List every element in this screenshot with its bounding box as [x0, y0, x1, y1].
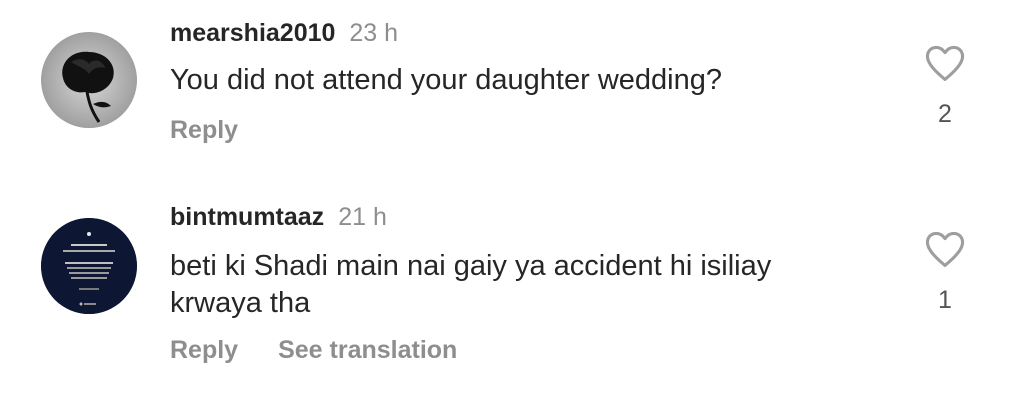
comment-text: beti ki Shadi main nai gaiy ya accident … — [170, 250, 772, 319]
timestamp: 23 h — [349, 19, 399, 47]
heart-icon[interactable] — [924, 44, 966, 82]
like-control: 2 — [922, 44, 968, 129]
like-count: 1 — [938, 286, 952, 314]
comment-header: bintmumtaaz 21 h — [170, 202, 387, 232]
timestamp: 21 h — [338, 203, 387, 231]
username[interactable]: bintmumtaaz — [170, 203, 324, 231]
comment-text: You did not attend your daughter wedding… — [170, 64, 722, 96]
avatar[interactable] — [41, 218, 137, 314]
like-control: 1 — [922, 230, 968, 315]
reply-button[interactable]: Reply — [170, 116, 238, 144]
see-translation-button[interactable]: See translation — [278, 336, 457, 364]
comment-header: mearshia2010 23 h — [170, 18, 398, 48]
avatar[interactable] — [41, 32, 137, 128]
comment-actions: Reply See translation — [170, 336, 497, 365]
heart-icon[interactable] — [924, 230, 966, 268]
comment-actions: Reply — [170, 116, 278, 145]
quote-card-icon — [41, 218, 137, 314]
comment-item: mearshia2010 23 h You did not attend your… — [0, 0, 1024, 180]
black-rose-icon — [41, 32, 137, 128]
like-count: 2 — [938, 100, 952, 128]
username[interactable]: mearshia2010 — [170, 19, 335, 47]
comment-item: bintmumtaaz 21 h beti ki Shadi main nai g… — [0, 190, 1024, 390]
reply-button[interactable]: Reply — [170, 336, 238, 364]
